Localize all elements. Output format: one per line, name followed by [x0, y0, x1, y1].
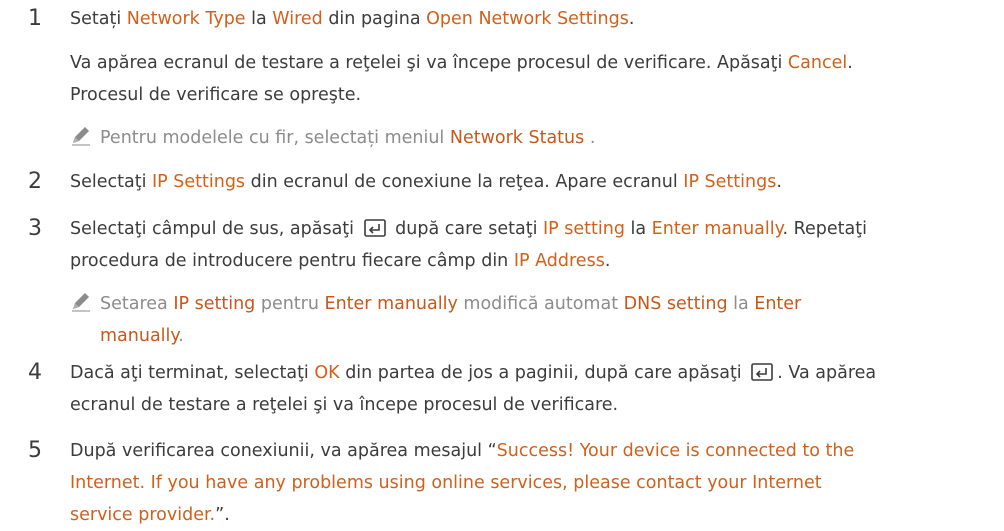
text: pentru — [255, 294, 325, 314]
step-number: 1 — [28, 6, 42, 31]
text: procedura de introducere pentru fiecare … — [70, 251, 514, 271]
text: Selectaţi — [70, 172, 152, 192]
dns-setting-label: DNS setting — [623, 294, 728, 314]
pencil-icon — [72, 127, 90, 146]
ip-setting-label: IP setting — [543, 219, 625, 239]
open-network-settings-label: Open Network Settings — [426, 9, 629, 29]
step-number: 4 — [28, 360, 42, 385]
text: după care setaţi — [389, 219, 543, 239]
step-number: 3 — [28, 216, 42, 241]
text: la — [624, 219, 652, 239]
step-number: 2 — [28, 169, 42, 194]
text: Pentru modelele cu fir, selectați meniul — [100, 128, 450, 148]
text: Va apărea ecranul de testare a reţelei ş… — [70, 53, 788, 73]
step-2-line: Selectaţi IP Settings din ecranul de con… — [70, 166, 970, 198]
step-1-line: Setați Network Type la Wired din pagina … — [70, 3, 970, 35]
success-message-2: Internet. If you have any problems using… — [70, 473, 822, 493]
ok-label: OK — [314, 363, 340, 383]
text: din ecranul de conexiune la reţea. Apare… — [245, 172, 684, 192]
text: la — [727, 294, 755, 314]
network-status-label: Network Status — [449, 128, 585, 148]
text: . — [584, 128, 596, 148]
enter-manually-label: Enter manually — [324, 294, 458, 314]
step-number: 5 — [28, 438, 42, 463]
ip-setting-label: IP setting — [173, 294, 256, 314]
text: modifică automat — [457, 294, 624, 314]
instruction-page: 1 Setați Network Type la Wired din pagin… — [0, 0, 1004, 531]
text: . — [628, 9, 635, 29]
ip-settings-label: IP Settings — [683, 172, 777, 192]
text: . — [847, 53, 853, 73]
text: din pagina — [322, 9, 427, 29]
wired-label: Wired — [272, 9, 323, 29]
text: Procesul de verificare se opreşte. — [70, 85, 362, 105]
text: Setați — [70, 9, 127, 29]
network-type-label: Network Type — [126, 9, 246, 29]
step-5-line: După verificarea conexiunii, va apărea m… — [70, 435, 970, 531]
pencil-icon — [72, 293, 90, 312]
text: . — [178, 326, 184, 346]
text: Selectaţi câmpul de sus, apăsaţi — [70, 219, 360, 239]
text: ecranul de testare a reţelei şi va încep… — [70, 395, 619, 415]
text: ”. — [215, 505, 230, 525]
text: . — [604, 251, 611, 271]
manually-label: manually — [100, 326, 179, 346]
enter-manually-label: Enter manually — [651, 219, 783, 239]
enter-label: Enter — [754, 294, 802, 314]
success-message-1: Success! Your device is connected to the — [496, 441, 855, 461]
enter-key-icon — [363, 219, 386, 237]
step-3-note: Setarea IP setting pentru Enter manually… — [70, 288, 970, 352]
ip-address-label: IP Address — [513, 251, 605, 271]
text: la — [245, 9, 273, 29]
step-1-note: Pentru modelele cu fir, selectați meniul… — [70, 122, 970, 154]
text: . Va apărea — [777, 363, 877, 383]
text: Dacă aţi terminat, selectaţi — [70, 363, 315, 383]
step-3-line: Selectaţi câmpul de sus, apăsaţi după ca… — [70, 213, 970, 277]
step-1-detail: Va apărea ecranul de testare a reţelei ş… — [70, 47, 970, 111]
text: După verificarea conexiunii, va apărea m… — [70, 441, 497, 461]
text: . Repetaţi — [782, 219, 867, 239]
success-message-3: service provider. — [70, 505, 216, 525]
ip-settings-label: IP Settings — [152, 172, 246, 192]
step-4-line: Dacă aţi terminat, selectaţi OK din part… — [70, 357, 970, 421]
text: din partea de jos a paginii, după care a… — [339, 363, 748, 383]
text: Setarea — [100, 294, 174, 314]
enter-key-icon — [751, 363, 774, 381]
cancel-label: Cancel — [787, 53, 848, 73]
text: . — [776, 172, 782, 192]
